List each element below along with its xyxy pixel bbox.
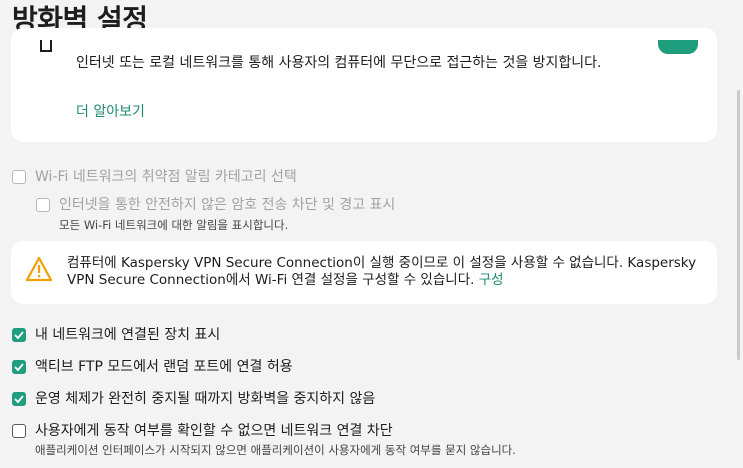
block-connection-sub: 애플리케이션 인터페이스가 시작되지 않으면 애플리케이션이 사용자에게 동작 … bbox=[35, 443, 516, 457]
firewall-toggle[interactable] bbox=[658, 40, 698, 54]
check-icon bbox=[14, 363, 24, 372]
learn-more-link[interactable]: 더 알아보기 bbox=[76, 101, 145, 121]
warning-text: 컴퓨터에 Kaspersky VPN Secure Connection이 실행… bbox=[67, 255, 707, 289]
check-icon bbox=[14, 331, 24, 340]
firewall-info-card: 인터넷 또는 로컬 네트워크를 통해 사용자의 컴퓨터에 무단으로 접근하는 것… bbox=[11, 28, 717, 142]
wifi-category-checkbox[interactable] bbox=[12, 170, 26, 184]
block-connection-label: 사용자에게 동작 여부를 확인할 수 없으면 네트워크 연결 차단 bbox=[35, 423, 393, 439]
warning-message: 컴퓨터에 Kaspersky VPN Secure Connection이 실행… bbox=[67, 255, 697, 288]
show-devices-label: 내 네트워크에 연결된 장치 표시 bbox=[35, 327, 221, 343]
show-devices-checkbox[interactable] bbox=[12, 328, 26, 342]
firewall-icon bbox=[40, 40, 52, 52]
vpn-warning-card: 컴퓨터에 Kaspersky VPN Secure Connection이 실행… bbox=[11, 241, 717, 304]
insecure-password-label: 인터넷을 통한 안전하지 않은 암호 전송 차단 및 경고 표시 bbox=[59, 197, 396, 213]
insecure-password-checkbox[interactable] bbox=[36, 198, 50, 212]
warning-icon bbox=[26, 256, 52, 282]
active-ftp-checkbox[interactable] bbox=[12, 360, 26, 374]
active-ftp-label: 액티브 FTP 모드에서 랜덤 포트에 연결 허용 bbox=[35, 359, 293, 375]
keep-firewall-checkbox[interactable] bbox=[12, 392, 26, 406]
configure-link[interactable]: 구성 bbox=[479, 272, 504, 288]
wifi-category-label: Wi-Fi 네트워크의 취약점 알림 카테고리 선택 bbox=[35, 169, 297, 185]
scrollbar[interactable] bbox=[737, 90, 740, 360]
keep-firewall-label: 운영 체제가 완전히 중지될 때까지 방화벽을 중지하지 않음 bbox=[35, 391, 376, 407]
insecure-password-sub: 모든 Wi-Fi 네트워크에 대한 알림을 표시합니다. bbox=[59, 218, 289, 232]
firewall-description: 인터넷 또는 로컬 네트워크를 통해 사용자의 컴퓨터에 무단으로 접근하는 것… bbox=[76, 55, 602, 71]
block-connection-checkbox[interactable] bbox=[12, 424, 26, 438]
check-icon bbox=[14, 395, 24, 404]
